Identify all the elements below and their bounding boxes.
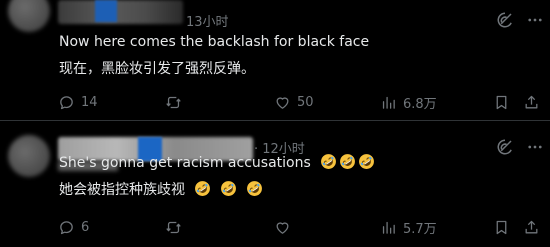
like-count: 50 [297, 94, 314, 110]
reply-icon [58, 94, 75, 111]
bookmark-icon [493, 94, 510, 111]
tweet-2[interactable]: · 12小时 She's gonna get racism accusation… [0, 121, 550, 247]
like-button[interactable]: 50 [274, 92, 314, 112]
tweet-text: Now here comes the backlash for black fa… [59, 34, 370, 50]
tweet-translation: 现在，黑脸妆引发了强烈反弹。 [59, 61, 255, 77]
laughing-emoji-icon [220, 180, 237, 197]
reply-button[interactable]: 14 [58, 92, 98, 112]
share-button[interactable] [523, 217, 540, 237]
timestamp[interactable]: 13小时 [186, 11, 229, 30]
like-button[interactable] [274, 217, 291, 237]
grok-icon[interactable] [496, 11, 514, 29]
views-button[interactable]: 6.8万 [380, 92, 437, 112]
bookmark-button[interactable] [493, 92, 510, 112]
reply-button[interactable]: 6 [58, 217, 89, 237]
avatar[interactable] [8, 0, 50, 32]
laughing-emoji-icon [358, 153, 375, 170]
reply-count: 6 [81, 219, 90, 235]
view-count: 6.8万 [403, 96, 437, 112]
more-icon[interactable] [526, 11, 544, 29]
views-chart-icon [380, 219, 397, 236]
tweet-text: She's gonna get racism accusations [59, 153, 375, 173]
tweet-text-content: She's gonna get racism accusations [59, 155, 311, 171]
retweet-button[interactable] [165, 92, 182, 112]
share-icon [523, 219, 540, 236]
reply-count: 14 [81, 94, 98, 110]
views-chart-icon [380, 94, 397, 111]
laughing-emoji-icon [339, 153, 356, 170]
share-button[interactable] [523, 92, 540, 112]
bookmark-button[interactable] [493, 217, 510, 237]
laughing-emoji-icon [246, 180, 263, 197]
heart-icon [274, 219, 291, 236]
retweet-icon [165, 94, 182, 111]
reply-icon [58, 219, 75, 236]
heart-icon [274, 94, 291, 111]
view-count: 5.7万 [403, 221, 437, 237]
tweet-translation: 她会被指控种族歧视 [59, 180, 263, 200]
bookmark-icon [493, 219, 510, 236]
retweet-button[interactable] [165, 217, 182, 237]
laughing-emoji-icon [320, 153, 337, 170]
more-icon[interactable] [526, 138, 544, 156]
tweet-translation-content: 她会被指控种族歧视 [59, 182, 185, 198]
views-button[interactable]: 5.7万 [380, 217, 437, 237]
grok-icon[interactable] [496, 138, 514, 156]
tweet-1[interactable]: 13小时 Now here comes the backlash for bla… [0, 0, 550, 120]
retweet-icon [165, 219, 182, 236]
share-icon [523, 94, 540, 111]
redacted-badge [95, 0, 117, 22]
avatar[interactable] [8, 135, 50, 177]
redacted-username [58, 0, 183, 24]
laughing-emoji-icon [194, 180, 211, 197]
